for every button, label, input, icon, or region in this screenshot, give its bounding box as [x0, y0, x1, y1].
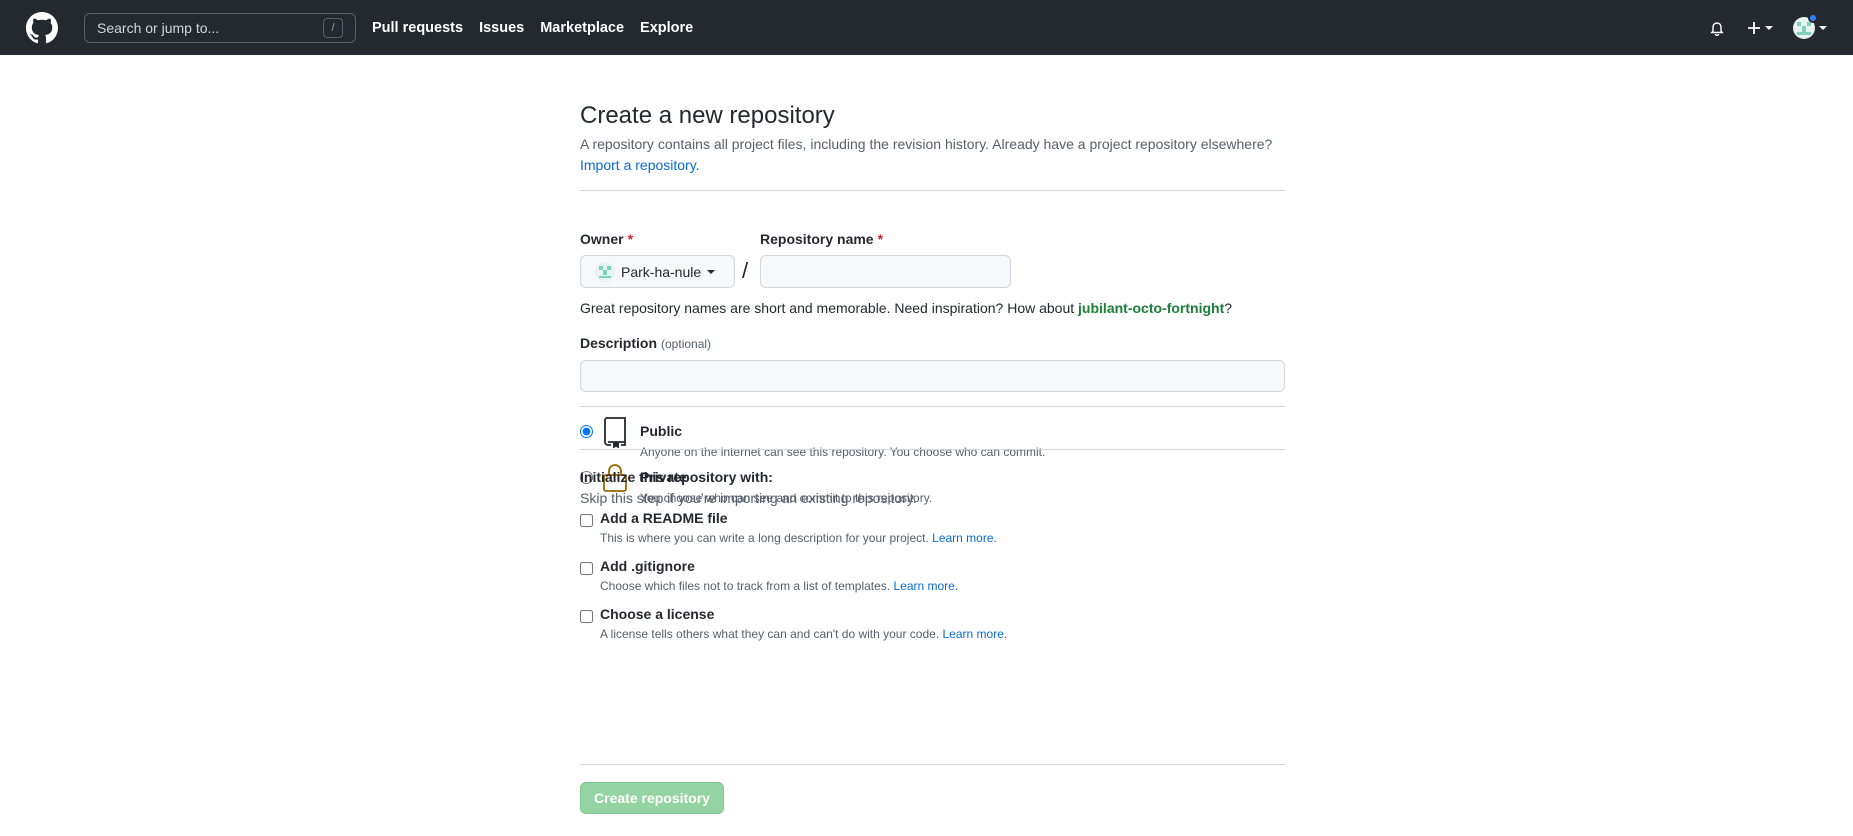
readme-learn-more-link[interactable]: Learn more. [932, 531, 997, 545]
description-input[interactable] [580, 360, 1285, 392]
initialize-title: Initialize this repository with: [580, 469, 773, 485]
license-learn-more-link[interactable]: Learn more. [943, 627, 1008, 641]
owner-select[interactable]: Park-ha-nule [580, 255, 735, 288]
nav-issues[interactable]: Issues [479, 20, 524, 36]
divider [580, 406, 1285, 407]
notification-dot [1808, 12, 1818, 23]
description-label: Description (optional) [580, 335, 712, 351]
header-nav: Pull requests Issues Marketplace Explore [372, 20, 709, 36]
repo-name-label: Repository name * [760, 231, 884, 247]
page-subtitle: A repository contains all project files,… [580, 136, 1273, 152]
chevron-down-icon [707, 269, 716, 274]
bell-icon[interactable] [1709, 20, 1725, 36]
owner-label: Owner * [580, 231, 634, 247]
required-marker: * [627, 231, 634, 247]
search-input[interactable]: Search or jump to... / [84, 12, 356, 43]
readme-checkbox[interactable] [580, 514, 593, 527]
license-title: Choose a license [600, 606, 715, 622]
readme-title: Add a README file [600, 510, 728, 526]
create-new-dropdown[interactable] [1747, 21, 1773, 35]
chevron-down-icon [1765, 25, 1773, 30]
license-description: A license tells others what they can and… [600, 627, 1008, 641]
chevron-down-icon [1819, 25, 1827, 30]
public-radio[interactable] [580, 425, 593, 438]
public-description: Anyone on the internet can see this repo… [640, 445, 1046, 459]
divider [580, 764, 1285, 765]
user-menu-dropdown[interactable] [1793, 12, 1827, 39]
avatar [1793, 12, 1818, 39]
gitignore-learn-more-link[interactable]: Learn more. [893, 579, 958, 593]
optional-marker: (optional) [661, 337, 712, 351]
nav-explore[interactable]: Explore [640, 20, 693, 36]
owner-name: Park-ha-nule [621, 263, 702, 280]
nav-pull-requests[interactable]: Pull requests [372, 20, 463, 36]
gitignore-checkbox[interactable] [580, 562, 593, 575]
header-actions [1693, 12, 1827, 39]
gitignore-description: Choose which files not to track from a l… [600, 579, 959, 593]
required-marker: * [877, 231, 884, 247]
repo-name-input[interactable] [760, 255, 1011, 288]
owner-repo-separator: / [742, 258, 749, 283]
plus-icon [1748, 21, 1760, 34]
divider [580, 190, 1285, 191]
search-shortcut-key: / [323, 17, 343, 38]
search-placeholder: Search or jump to... [97, 19, 220, 36]
public-title: Public [640, 423, 683, 439]
owner-avatar [595, 261, 615, 282]
initialize-subtitle: Skip this step if you’re importing an ex… [580, 490, 917, 506]
nav-marketplace[interactable]: Marketplace [540, 20, 624, 36]
repo-icon [602, 416, 628, 451]
gitignore-title: Add .gitignore [600, 558, 695, 574]
page-title: Create a new repository [580, 102, 835, 129]
github-logo-icon[interactable] [26, 11, 58, 44]
license-checkbox[interactable] [580, 610, 593, 623]
repo-name-hint: Great repository names are short and mem… [580, 300, 1233, 316]
readme-description: This is where you can write a long descr… [600, 531, 997, 545]
import-repository-link[interactable]: Import a repository. [580, 155, 700, 176]
suggested-name-link[interactable]: jubilant-octo-fortnight [1078, 300, 1224, 316]
global-header: Search or jump to... / Pull requests Iss… [0, 0, 1853, 55]
divider [580, 449, 1285, 450]
create-repository-button[interactable]: Create repository [580, 782, 724, 814]
